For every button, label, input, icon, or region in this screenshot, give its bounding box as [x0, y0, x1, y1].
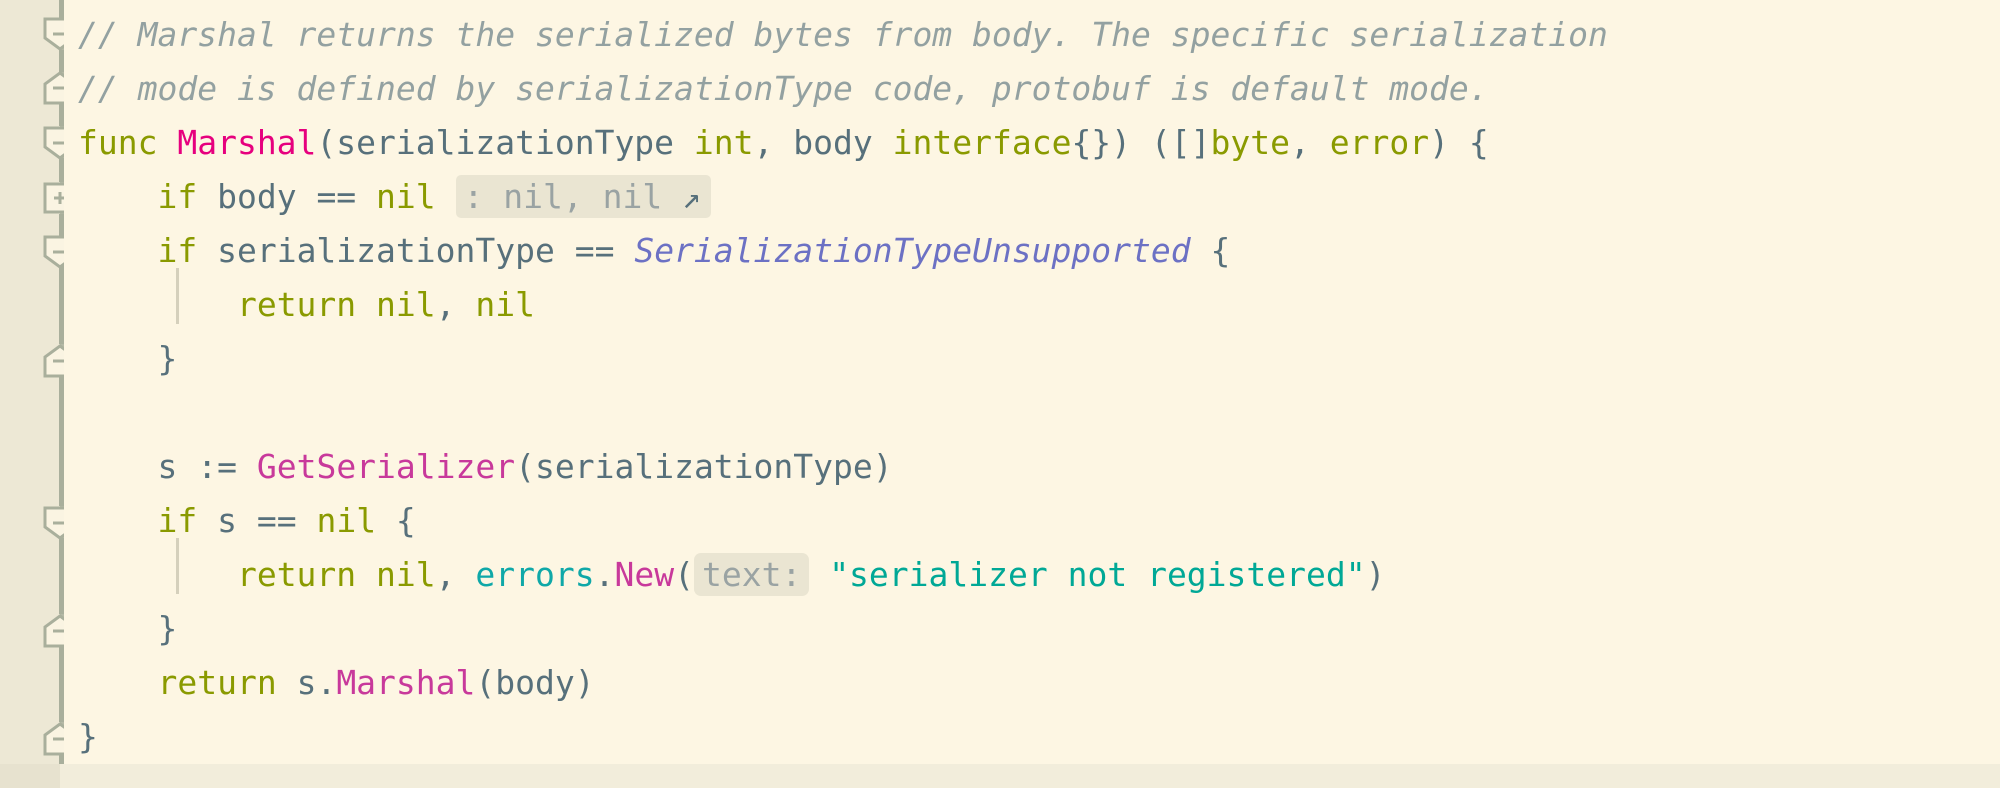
code-token: ( — [515, 447, 535, 486]
code-token: ) — [574, 663, 595, 702]
code-token: New — [614, 555, 675, 594]
line-if-body-nil-folded[interactable]: if body == nil : nil, nil ↗ — [78, 170, 711, 224]
code-token: "serializer not registered" — [829, 555, 1366, 594]
code-token: int — [693, 123, 754, 162]
editor-bottom-band-gutter — [0, 764, 60, 788]
code-token: } — [78, 339, 178, 378]
line-close-brace-unsupported[interactable]: } — [78, 332, 177, 386]
code-token: if — [157, 231, 218, 270]
code-token: } — [78, 609, 178, 648]
code-token: Marshal — [177, 123, 317, 162]
code-token: interface — [892, 123, 1072, 162]
code-token: body — [793, 123, 893, 162]
code-token: serializationType — [336, 123, 694, 162]
code-token: , — [435, 555, 476, 594]
code-token: ( — [316, 123, 337, 162]
code-token: body — [217, 177, 317, 216]
line-return-nil-nil[interactable]: return nil, nil — [78, 278, 535, 332]
code-token: := — [197, 447, 257, 486]
code-token: . — [316, 663, 337, 702]
line-close-brace-func[interactable]: } — [78, 710, 98, 764]
line-close-brace-s-nil[interactable]: } — [78, 602, 177, 656]
code-token: == — [256, 501, 317, 540]
code-token: , — [435, 285, 476, 324]
editor-bottom-band — [0, 764, 2000, 788]
code-token: // Marshal returns the serialized bytes … — [78, 15, 1608, 54]
line-if-serializationtype-unsupported[interactable]: if serializationType == SerializationTyp… — [78, 224, 1230, 278]
code-token: GetSerializer — [256, 447, 516, 486]
code-token: , — [753, 123, 794, 162]
code-token: ) { — [1429, 123, 1489, 162]
code-token: body — [495, 663, 575, 702]
code-token: error — [1329, 123, 1430, 162]
line-if-s-nil[interactable]: if s == nil { — [78, 494, 416, 548]
line-return-s-marshal-body[interactable]: return s.Marshal(body) — [78, 656, 595, 710]
code-token: ( — [674, 555, 694, 594]
line-comment-mode-defined[interactable]: // mode is defined by serializationType … — [78, 62, 1489, 116]
line-return-errors-new[interactable]: return nil, errors.New(text: "serializer… — [78, 548, 1386, 602]
code-token: if — [157, 501, 218, 540]
fold-return-arrow-icon: ↗ — [682, 180, 701, 216]
code-token: errors — [475, 555, 595, 594]
code-token: // mode is defined by serializationType … — [78, 69, 1489, 108]
line-func-marshal-signature[interactable]: func Marshal(serializationType int, body… — [78, 116, 1489, 170]
code-token: return — [157, 663, 297, 702]
line-comment-marshal-returns[interactable]: // Marshal returns the serialized bytes … — [78, 8, 1608, 62]
code-token: { — [376, 501, 416, 540]
code-token: return nil — [236, 285, 436, 324]
parameter-hint-chip[interactable]: text: — [693, 553, 810, 596]
code-token: { — [1190, 231, 1231, 270]
editor-gutter[interactable] — [0, 0, 60, 788]
folded-code-placeholder[interactable]: : nil, nil ↗ — [455, 175, 711, 218]
code-token: . — [594, 555, 615, 594]
code-token: ( — [475, 663, 496, 702]
code-editor[interactable]: // Marshal returns the serialized bytes … — [0, 0, 2000, 788]
code-token: nil — [376, 177, 456, 216]
code-token: serializationType — [217, 231, 575, 270]
code-token: == — [316, 177, 377, 216]
code-token: nil — [316, 501, 377, 540]
code-token: func — [78, 123, 178, 162]
code-token: return nil — [236, 555, 436, 594]
code-token: s — [217, 501, 257, 540]
code-surface[interactable]: // Marshal returns the serialized bytes … — [64, 0, 2000, 788]
code-token: s — [296, 663, 317, 702]
code-token: ) — [872, 447, 893, 486]
code-token: , — [1290, 123, 1330, 162]
code-token: ) — [1365, 555, 1386, 594]
code-token: nil — [475, 285, 535, 324]
code-token: Marshal — [336, 663, 476, 702]
code-token: } — [78, 717, 98, 756]
code-token: serializationType — [535, 447, 873, 486]
code-token: byte — [1210, 123, 1290, 162]
code-token: if — [157, 177, 218, 216]
code-token: s — [157, 447, 198, 486]
line-get-serializer[interactable]: s := GetSerializer(serializationType) — [78, 440, 893, 494]
code-token: {}) ([] — [1071, 123, 1211, 162]
code-token: SerializationTypeUnsupported — [634, 231, 1191, 270]
code-token: == — [574, 231, 635, 270]
